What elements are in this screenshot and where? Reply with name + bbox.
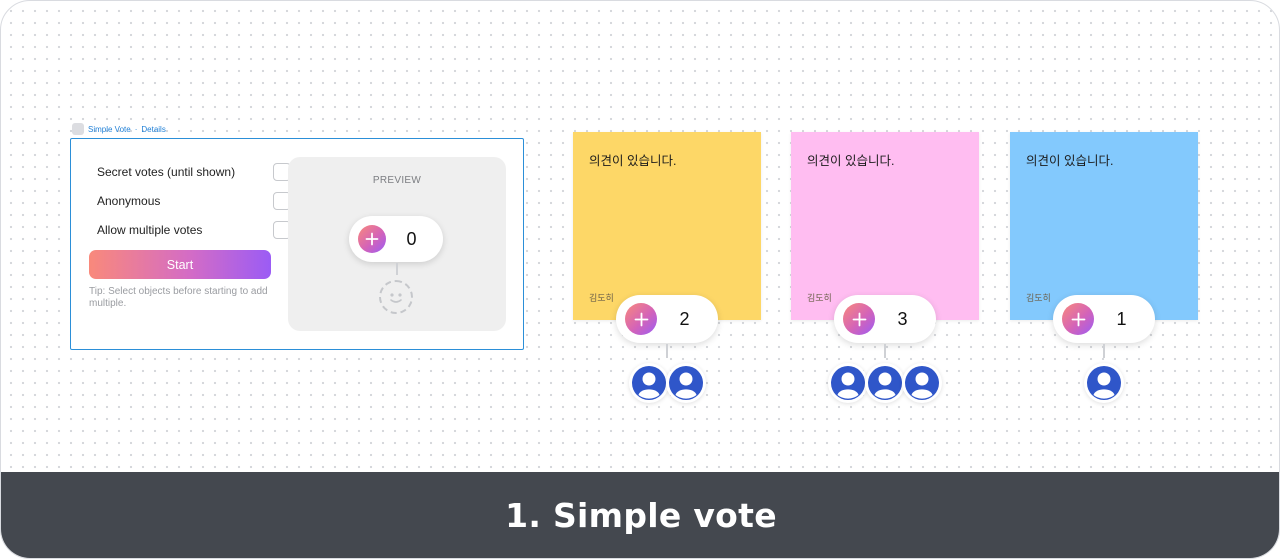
option-anonymous[interactable]: Anonymous <box>97 191 291 211</box>
voters-group-3 <box>1084 363 1124 403</box>
sticky-text: 의견이 있습니다. <box>807 154 895 168</box>
plugin-title: Simple Vote <box>88 124 131 134</box>
sticky-text: 의견이 있습니다. <box>589 154 677 168</box>
vote-pill-3: 1 <box>1053 295 1155 343</box>
sticky-author: 김도히 <box>589 293 614 303</box>
option-secret-votes[interactable]: Secret votes (until shown) <box>97 162 291 182</box>
plugin-header: Simple Vote · Details <box>72 122 166 136</box>
user-avatar-icon <box>902 363 942 403</box>
option-label: Secret votes (until shown) <box>97 165 236 179</box>
user-avatar-icon <box>666 363 706 403</box>
preview-title: PREVIEW <box>372 175 422 186</box>
user-avatar-icon <box>629 363 669 403</box>
plus-icon[interactable] <box>358 225 386 253</box>
vote-connector <box>884 344 886 358</box>
placeholder-avatar-icon <box>379 280 413 314</box>
plugin-icon <box>72 123 84 135</box>
vote-pill-2: 3 <box>834 295 936 343</box>
sticky-author: 김도히 <box>807 293 832 303</box>
option-label: Allow multiple votes <box>97 223 203 237</box>
plugin-header-separator: · <box>134 124 138 134</box>
plugin-panel: Secret votes (until shown) Anonymous All… <box>70 138 524 350</box>
vote-connector <box>1103 344 1105 358</box>
sticky-text: 의견이 있습니다. <box>1026 154 1114 168</box>
start-button[interactable]: Start <box>89 250 271 279</box>
user-avatar-icon <box>865 363 905 403</box>
footer-title: 1. Simple vote <box>505 495 777 535</box>
sticky-author: 김도히 <box>1026 293 1051 303</box>
vote-connector <box>666 344 668 358</box>
vote-count: 3 <box>897 308 908 329</box>
vote-pill-1: 2 <box>616 295 718 343</box>
preview-box: PREVIEW 0 <box>288 157 506 331</box>
plus-icon[interactable] <box>1062 303 1094 335</box>
option-multiple-votes[interactable]: Allow multiple votes <box>97 220 291 240</box>
voters-group-1 <box>629 363 706 403</box>
sticky-note-pink[interactable]: 의견이 있습니다. 김도히 <box>791 132 979 320</box>
details-link[interactable]: Details <box>141 125 165 134</box>
canvas-frame: Simple Vote · Details Secret votes (unti… <box>0 0 1280 559</box>
vote-count: 2 <box>679 308 690 329</box>
sticky-note-yellow[interactable]: 의견이 있습니다. 김도히 <box>573 132 761 320</box>
option-label: Anonymous <box>97 194 161 208</box>
plus-icon[interactable] <box>625 303 657 335</box>
voters-group-2 <box>828 363 942 403</box>
vote-count: 1 <box>1116 308 1127 329</box>
preview-vote-pill: 0 <box>349 216 443 262</box>
preview-vote-count: 0 <box>406 228 417 249</box>
tip-text: Tip: Select objects before starting to a… <box>89 286 268 309</box>
preview-connector <box>396 263 398 275</box>
plus-icon[interactable] <box>843 303 875 335</box>
sticky-note-blue[interactable]: 의견이 있습니다. 김도히 <box>1010 132 1198 320</box>
user-avatar-icon <box>828 363 868 403</box>
footer-banner: 1. Simple vote <box>1 472 1279 558</box>
user-avatar-icon <box>1084 363 1124 403</box>
